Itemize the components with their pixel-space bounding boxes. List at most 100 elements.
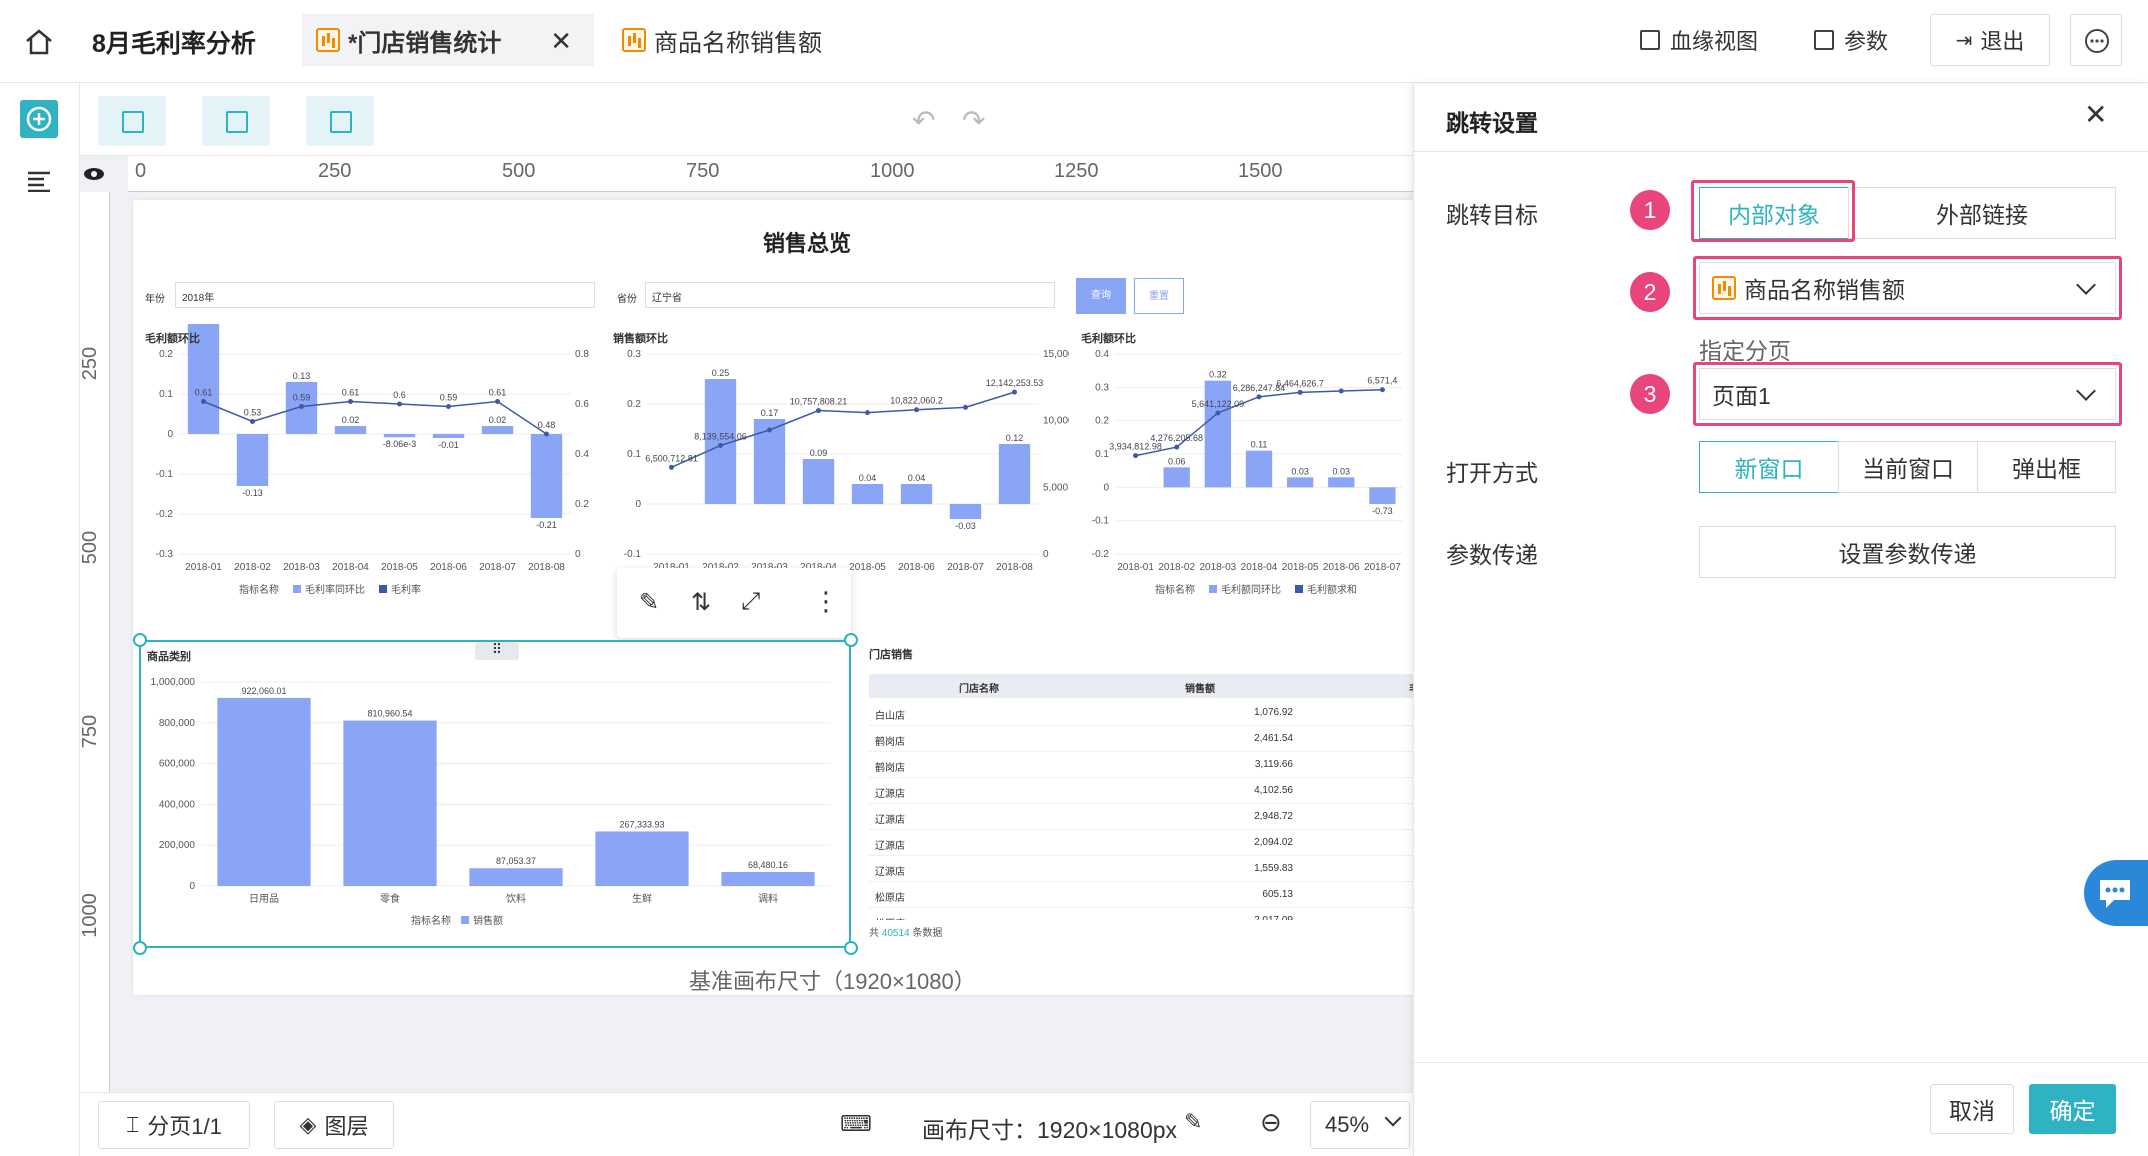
- bar: [217, 697, 311, 886]
- more-button[interactable]: [2070, 14, 2122, 66]
- legend-label: 毛利率同环比: [305, 583, 365, 596]
- ruler-tick: 250: [79, 346, 102, 381]
- y-tick-label: 1,000,000: [151, 677, 196, 688]
- ruler-left: 250 500 750 1000: [79, 192, 110, 1092]
- y-tick-label: 0: [635, 499, 641, 510]
- chart-gross-profit-mom-2[interactable]: 毛利额环比 0.4 0.3 0.2 0.1 0 -0.1 -0.2 2018-01 2018-0…: [1075, 324, 1433, 634]
- zoom-out-icon[interactable]: ⊖: [1260, 1107, 1282, 1138]
- add-filter-button[interactable]: [202, 96, 270, 146]
- line-point: [397, 401, 402, 407]
- external-link-option[interactable]: 外部链接: [1848, 187, 2116, 239]
- bar-value-label: 0.17: [761, 408, 779, 418]
- line-value-label: 10,757,808.21: [790, 397, 848, 407]
- undo-icon[interactable]: ↶: [912, 104, 935, 137]
- bar-value-label: -0.01: [438, 440, 459, 450]
- edit-icon[interactable]: ✎: [639, 588, 659, 617]
- visibility-icon[interactable]: [82, 164, 106, 184]
- bar-value-label: 87,053.37: [496, 856, 536, 866]
- chart-product-category[interactable]: 商品类别 ⠿ 1,000,000 800,000 600,000 400,000 200…: [139, 640, 851, 948]
- column-header: 门店名称: [959, 684, 999, 695]
- x-tick-label: 零食: [380, 892, 400, 905]
- y-tick-label: -0.2: [156, 509, 174, 520]
- drag-handle[interactable]: ⠿: [475, 642, 519, 660]
- bar-value-label: -8.06e-3: [383, 439, 417, 449]
- resize-handle[interactable]: [844, 633, 858, 647]
- close-icon[interactable]: ✕: [550, 26, 572, 57]
- line-point: [446, 404, 451, 409]
- table-row[interactable]: 辽源店 4,102.56: [869, 778, 1429, 804]
- resize-handle[interactable]: [844, 941, 858, 955]
- line-point: [1012, 389, 1017, 395]
- legend-label: 毛利额同环比: [1221, 583, 1281, 596]
- resize-handle[interactable]: [133, 633, 147, 647]
- params-button[interactable]: 参数: [1814, 14, 1888, 66]
- table-row[interactable]: 鹤岗店 3,119.66: [869, 752, 1429, 778]
- store-sales-table[interactable]: 门店销售 门店名称 销售额 毛 白山店1,076.92鹤岗店2,461.54鹤岗…: [863, 640, 1433, 950]
- redo-icon[interactable]: ↷: [962, 104, 985, 137]
- add-chart-button[interactable]: [98, 96, 166, 146]
- y2-tick-label: 0.4: [575, 449, 589, 460]
- current-window-option[interactable]: 当前窗口: [1838, 441, 1978, 493]
- new-window-option[interactable]: 新窗口: [1699, 441, 1839, 493]
- line-point: [495, 399, 500, 404]
- legend-label: 毛利额求和: [1307, 583, 1357, 596]
- store-name-cell: 辽源店: [875, 789, 905, 800]
- exit-button[interactable]: ⇥ 退出: [1930, 14, 2050, 66]
- bar-value-label: 0.12: [1006, 433, 1024, 443]
- tab-store-sales[interactable]: *门店销售统计 ✕: [302, 14, 594, 66]
- line-value-label: 6,464,626.7: [1276, 378, 1324, 388]
- table-row[interactable]: 辽源店 2,094.02: [869, 830, 1429, 856]
- expand-icon[interactable]: ⤢: [741, 588, 760, 616]
- swap-icon[interactable]: ⇅: [691, 588, 711, 617]
- edit-size-icon[interactable]: ✎: [1184, 1109, 1202, 1135]
- table-row[interactable]: 辽源店 1,559.83: [869, 856, 1429, 882]
- report-page: 销售总览 年份 2018年 省份 辽宁省 查询 重置 毛利额环比 0.2 0.1 0…: [133, 179, 1433, 995]
- confirm-button[interactable]: 确定: [2029, 1084, 2116, 1134]
- line-point: [963, 404, 968, 410]
- outline-button[interactable]: [26, 170, 52, 193]
- table-row[interactable]: 鹤岗店 2,461.54: [869, 726, 1429, 752]
- lineage-view-button[interactable]: 血缘视图: [1640, 14, 1758, 66]
- add-component-button[interactable]: [20, 100, 58, 138]
- chat-assistant-icon[interactable]: [2084, 860, 2148, 926]
- chart-title: 销售额环比: [613, 333, 668, 345]
- table-row[interactable]: 松原店 605.13: [869, 882, 1429, 908]
- chart-gross-profit-mom[interactable]: 毛利额环比 0.2 0.1 0 -0.1 -0.2 -0.3 0.8 0.6 0.4 0.2 0 20…: [139, 179, 601, 634]
- y2-tick-label: 5,000,000: [1043, 482, 1069, 493]
- y-tick-label: 0.2: [159, 349, 173, 360]
- more-vertical-icon[interactable]: ⋮: [813, 586, 839, 617]
- bar: [721, 872, 815, 886]
- bar: [1328, 477, 1355, 488]
- popup-option[interactable]: 弹出框: [1977, 441, 2116, 493]
- x-tick-label: 2018-06: [898, 562, 935, 573]
- table-row[interactable]: 辽源店 2,948.72: [869, 804, 1429, 830]
- y-tick-label: 0.3: [627, 349, 641, 360]
- table-row[interactable]: 白山店 1,076.92: [869, 700, 1429, 726]
- cancel-button[interactable]: 取消: [1930, 1084, 2014, 1134]
- set-param-button[interactable]: 设置参数传递: [1699, 526, 2116, 578]
- pages-button[interactable]: ⌶ 分页1/1: [98, 1101, 250, 1149]
- zoom-select[interactable]: 45%: [1310, 1101, 1410, 1149]
- table-row[interactable]: 松原店 2,017.09: [869, 908, 1429, 920]
- home-icon[interactable]: [24, 28, 54, 56]
- bar-value-label: -0.21: [536, 520, 557, 530]
- bar-value-label: 0.02: [342, 415, 360, 425]
- keyboard-icon[interactable]: ⌨: [840, 1111, 872, 1137]
- query-button[interactable]: 查询: [1076, 278, 1126, 314]
- province-filter-label: 省份: [617, 294, 637, 305]
- layers-button[interactable]: ◈ 图层: [274, 1101, 394, 1149]
- close-icon[interactable]: ✕: [2084, 98, 2107, 131]
- resize-handle[interactable]: [133, 941, 147, 955]
- year-filter[interactable]: 2018年: [175, 282, 595, 308]
- add-table-button[interactable]: [306, 96, 374, 146]
- province-filter[interactable]: 辽宁省: [645, 282, 1055, 308]
- line-point: [250, 419, 255, 424]
- reset-button[interactable]: 重置: [1134, 278, 1184, 314]
- canvas-size-label: 画布尺寸：1920×1080px: [922, 1117, 1178, 1143]
- lineage-icon: [1640, 30, 1660, 50]
- bar-value-label: 0.03: [1291, 466, 1309, 476]
- tab-product-sales[interactable]: 商品名称销售额: [622, 14, 822, 66]
- bar: [949, 504, 982, 519]
- bar-value-label: 0.25: [712, 368, 730, 378]
- bar: [595, 831, 689, 886]
